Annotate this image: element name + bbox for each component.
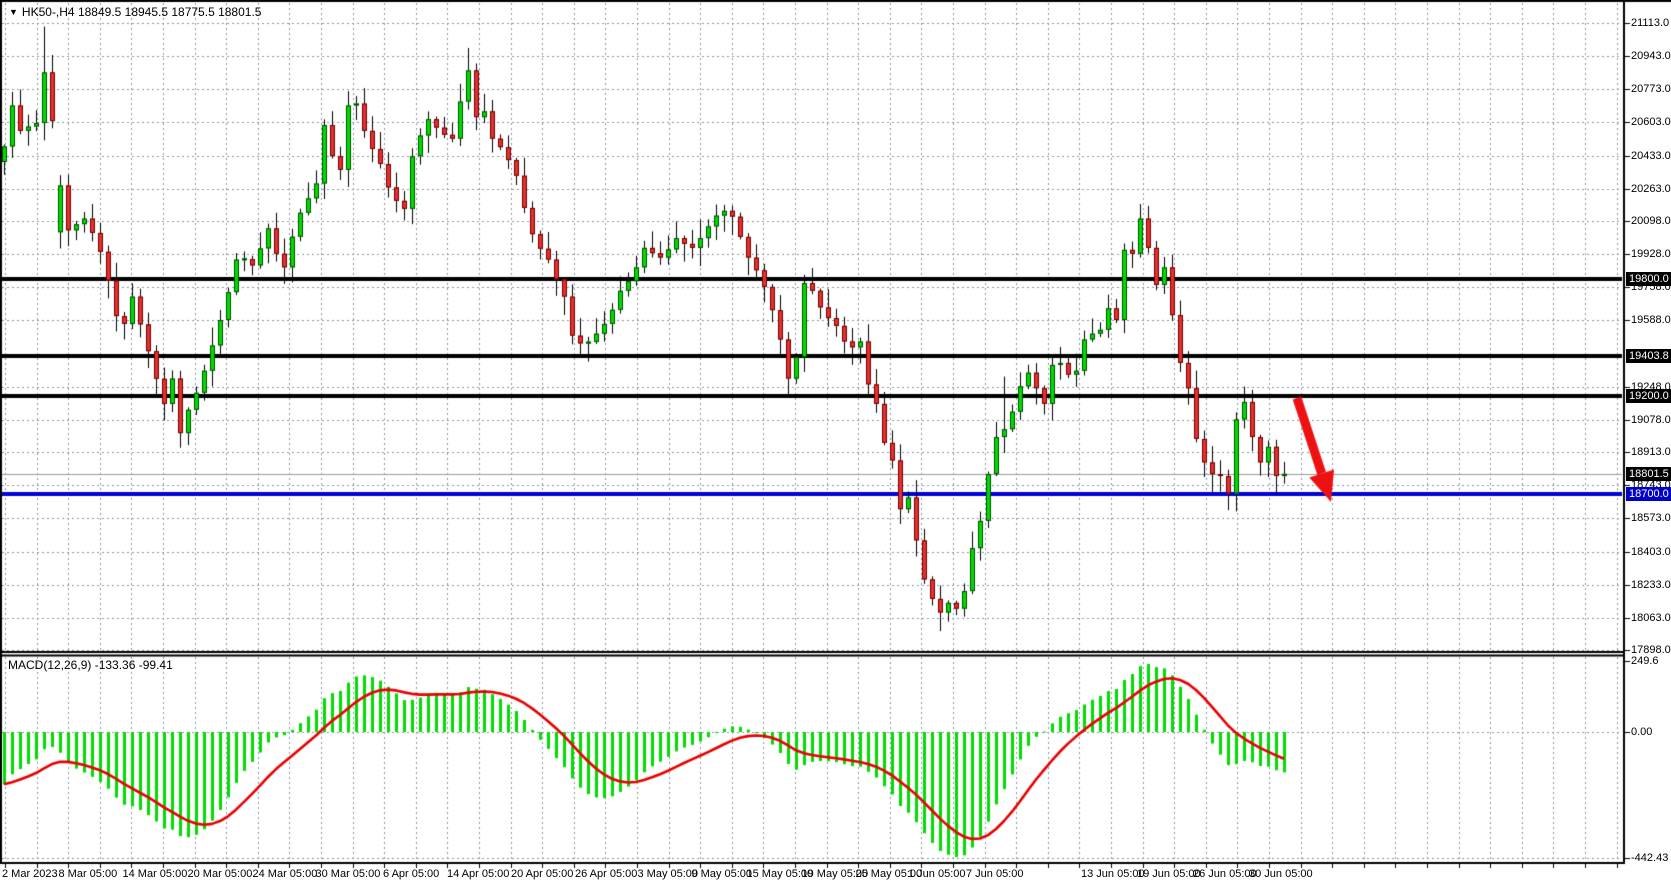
price-level-badge: 19800.0 (1626, 272, 1671, 286)
date-tick-label: 6 Apr 05:00 (383, 868, 439, 880)
date-tick-label: 26 Jun 05:00 (1193, 868, 1257, 880)
price-level-badge: 19200.0 (1626, 389, 1671, 403)
price-tick-label: 21113.0 (1631, 17, 1669, 29)
price-tick-label: 20433.0 (1631, 150, 1671, 162)
price-level-badge: 18700.0 (1626, 487, 1671, 501)
price-tick-label: 20263.0 (1631, 183, 1671, 195)
macd-tick-label: -442.43 (1631, 852, 1668, 864)
date-tick-label: 2 Mar 2023 (2, 868, 58, 880)
price-tick-label: 18233.0 (1631, 579, 1671, 591)
date-tick-label: 14 Mar 05:00 (123, 868, 188, 880)
date-tick-label: 13 Jun 05:00 (1081, 868, 1145, 880)
macd-tick-label: 0.00 (1631, 726, 1652, 738)
symbol-header: ▼ HK50-,H4 18849.5 18945.5 18775.5 18801.… (9, 5, 261, 19)
date-tick-label: 14 Apr 05:00 (447, 868, 509, 880)
price-tick-label: 18063.0 (1631, 612, 1671, 624)
date-tick-label: 30 Jun 05:00 (1249, 868, 1313, 880)
price-tick-label: 18403.0 (1631, 546, 1671, 558)
macd-indicator-label: MACD(12,26,9) -133.36 -99.41 (8, 658, 173, 672)
price-tick-label: 18913.0 (1631, 446, 1671, 458)
trading-chart-window: ▼ HK50-,H4 18849.5 18945.5 18775.5 18801.… (0, 0, 1671, 889)
date-tick-label: 7 Jun 05:00 (966, 868, 1024, 880)
price-tick-label: 20603.0 (1631, 116, 1671, 128)
price-tick-label: 19588.0 (1631, 314, 1671, 326)
chevron-down-icon[interactable]: ▼ (9, 7, 18, 17)
date-tick-label: 30 Mar 05:00 (316, 868, 381, 880)
macd-tick-label: 249.6 (1631, 655, 1659, 667)
date-tick-label: 24 Mar 05:00 (253, 868, 318, 880)
date-tick-label: 26 Apr 05:00 (575, 868, 637, 880)
price-tick-label: 20943.0 (1631, 50, 1671, 62)
price-level-badge: 18801.5 (1626, 467, 1671, 481)
symbol-ohlc-label: HK50-,H4 18849.5 18945.5 18775.5 18801.5 (22, 5, 262, 19)
date-tick-label: 20 Mar 05:00 (188, 868, 253, 880)
price-chart-canvas[interactable] (0, 0, 1671, 889)
date-tick-label: 8 Mar 05:00 (59, 868, 118, 880)
date-tick-label: 19 Jun 05:00 (1137, 868, 1201, 880)
date-tick-label: 1 Jun 05:00 (908, 868, 966, 880)
price-tick-label: 20098.0 (1631, 215, 1671, 227)
price-tick-label: 18573.0 (1631, 512, 1671, 524)
price-tick-label: 20773.0 (1631, 83, 1671, 95)
price-tick-label: 19928.0 (1631, 248, 1671, 260)
date-tick-label: 20 Apr 05:00 (511, 868, 573, 880)
price-tick-label: 19078.0 (1631, 414, 1671, 426)
price-level-badge: 19403.8 (1626, 349, 1671, 363)
date-tick-label: 3 May 05:00 (638, 868, 699, 880)
date-tick-label: 9 May 05:00 (692, 868, 753, 880)
